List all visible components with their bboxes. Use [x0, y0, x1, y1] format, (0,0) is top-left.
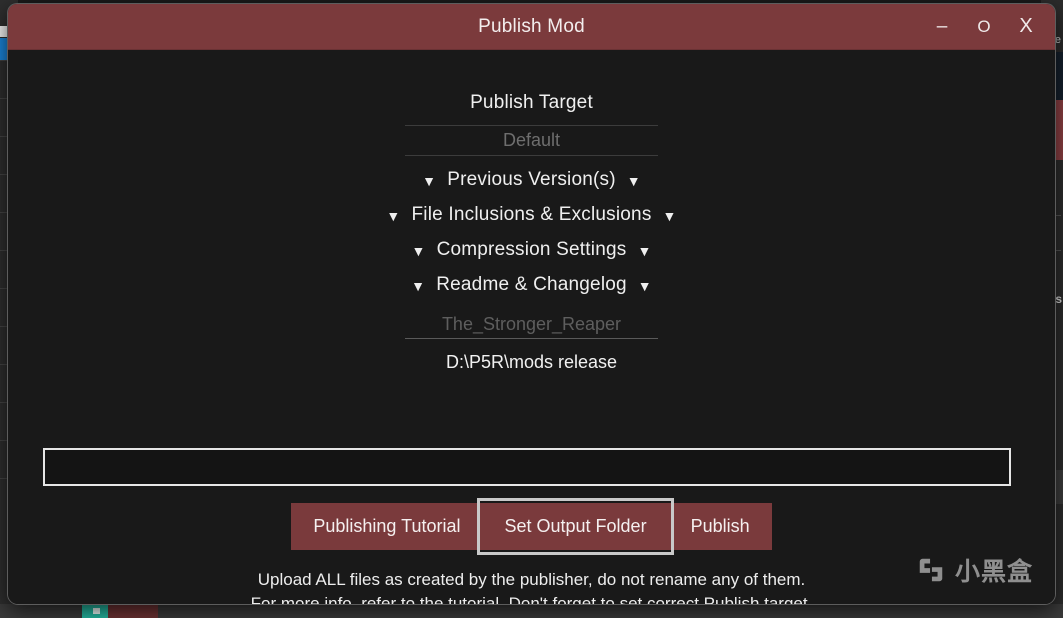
watermark-logo-icon [919, 558, 943, 582]
chevron-down-icon: ▼ [386, 208, 401, 224]
minimize-button[interactable]: – [921, 6, 963, 48]
output-path-text: D:\P5R\mods release [445, 352, 618, 372]
action-button-row: Publishing Tutorial Set Output Folder Pu… [8, 498, 1055, 555]
chevron-down-icon: ▼ [637, 243, 652, 259]
background-right-text: s [1055, 292, 1062, 306]
publish-target-label: Publish Target [470, 92, 593, 113]
section-readme-changelog[interactable]: ▼ Readme & Changelog ▼ [411, 274, 652, 296]
section-label: Readme & Changelog [436, 274, 627, 295]
progress-bar [43, 448, 1011, 486]
watermark: 小黑盒 [916, 552, 1033, 588]
maximize-button[interactable]: O [963, 6, 1005, 48]
publish-mod-dialog: Publish Mod – O X Publish Target Default… [8, 4, 1055, 604]
chevron-down-icon: ▼ [411, 243, 426, 259]
section-label: Compression Settings [436, 239, 627, 260]
background-taskbar-red-item [108, 604, 158, 618]
close-button[interactable]: X [1005, 6, 1047, 48]
publishing-tutorial-button[interactable]: Publishing Tutorial [291, 503, 483, 550]
chevron-down-icon: ▼ [626, 173, 641, 189]
background-taskbar [0, 604, 1063, 618]
chevron-down-icon: ▼ [637, 278, 652, 294]
chevron-down-icon: ▼ [662, 208, 677, 224]
publish-target-dropdown[interactable]: Default [405, 125, 658, 156]
section-compression-settings[interactable]: ▼ Compression Settings ▼ [412, 239, 652, 261]
set-output-folder-button[interactable]: Set Output Folder [477, 498, 674, 555]
footer-hint-line-1: Upload ALL files as created by the publi… [257, 570, 806, 589]
mod-name-value: The_Stronger_Reaper [441, 314, 622, 334]
publish-button[interactable]: Publish [668, 503, 772, 550]
section-label: File Inclusions & Exclusions [411, 204, 652, 225]
watermark-text: 小黑盒 [954, 557, 1033, 586]
section-file-inclusions-exclusions[interactable]: ▼ File Inclusions & Exclusions ▼ [386, 204, 676, 226]
footer-hint-line-2: For more info, refer to the tutorial. Do… [250, 594, 813, 604]
section-previous-versions[interactable]: ▼ Previous Version(s) ▼ [422, 169, 641, 191]
footer-hint: Upload ALL files as created by the publi… [8, 568, 1055, 604]
form-column: Publish Target Default ▼ Previous Versio… [8, 50, 1055, 373]
background-taskbar-teal-highlight [93, 608, 100, 614]
chevron-down-icon: ▼ [422, 173, 437, 189]
background-right-text-secondary: e [1054, 34, 1061, 46]
chevron-down-icon: ▼ [411, 278, 426, 294]
window-controls: – O X [921, 4, 1047, 49]
publish-target-value: Default [502, 130, 561, 150]
background-blue-marker [0, 38, 7, 60]
mod-name-input[interactable]: The_Stronger_Reaper [405, 311, 658, 339]
title-bar[interactable]: Publish Mod – O X [8, 4, 1055, 50]
dialog-body: Publish Target Default ▼ Previous Versio… [8, 50, 1055, 604]
section-label: Previous Version(s) [447, 169, 616, 190]
window-title: Publish Mod [478, 16, 585, 37]
